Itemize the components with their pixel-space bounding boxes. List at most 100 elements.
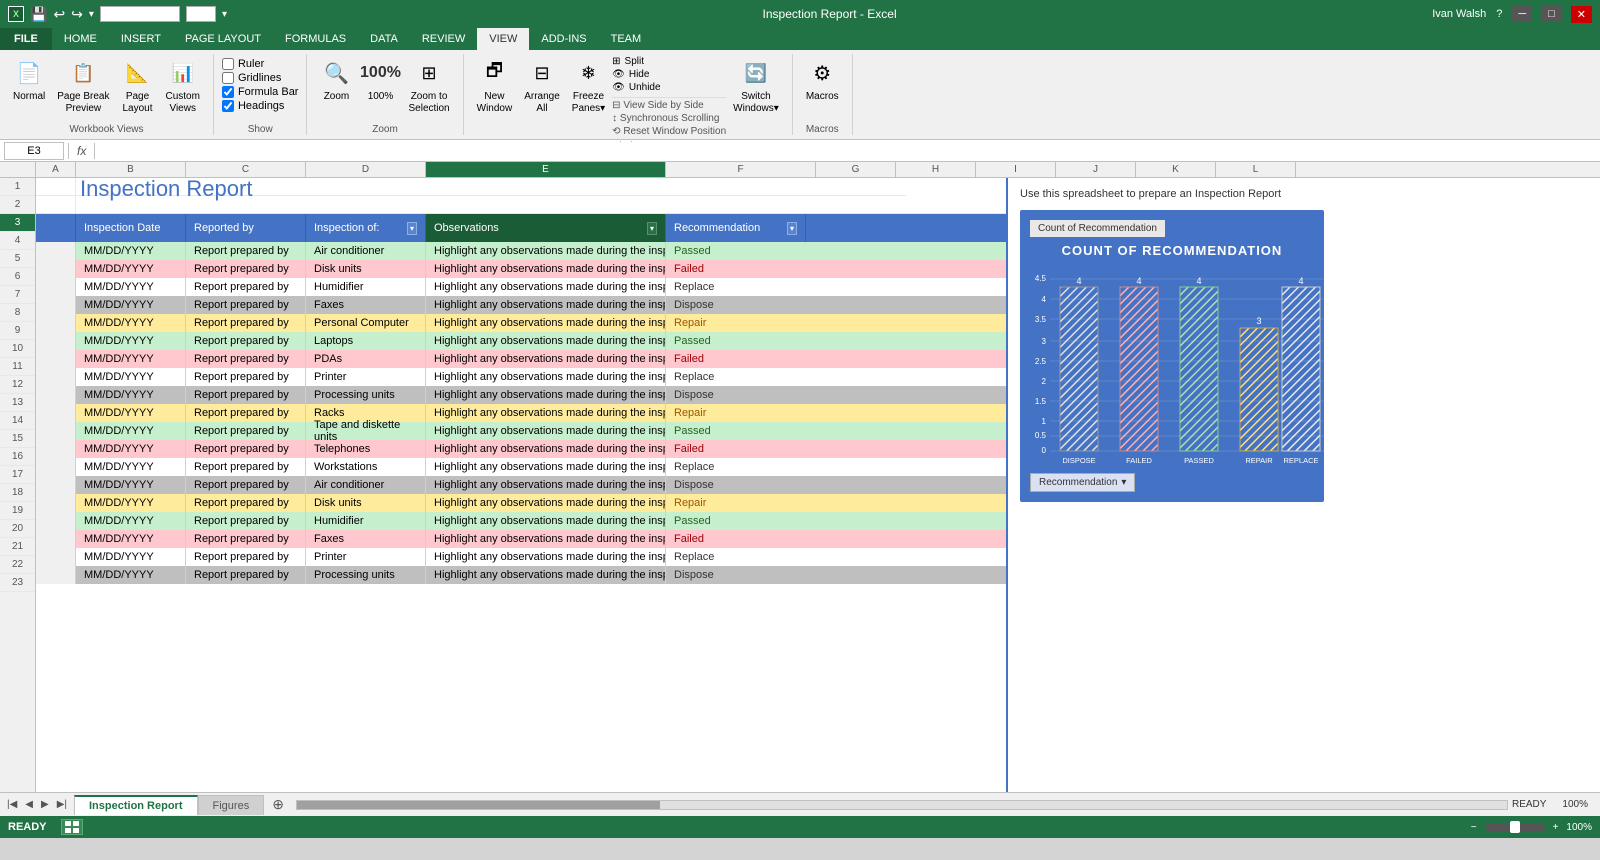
table-row-14[interactable]: MM/DD/YYYY Report prepared by Tape and d…	[36, 422, 1006, 440]
cell-rec-6[interactable]: Replace	[666, 278, 806, 296]
cell-obs-22[interactable]: Highlight any observations made during t…	[426, 566, 666, 584]
col-header-c[interactable]: C	[186, 162, 306, 177]
cell-a2[interactable]	[36, 196, 76, 213]
col-header-b[interactable]: B	[76, 162, 186, 177]
cell-rec-8[interactable]: Repair	[666, 314, 806, 332]
switch-windows-btn[interactable]: 🔄 SwitchWindows▾	[728, 54, 784, 118]
table-row-19[interactable]: MM/DD/YYYY Report prepared by Humidifier…	[36, 512, 1006, 530]
cell-reference-box[interactable]	[4, 142, 64, 160]
cell-obs-15[interactable]: Highlight any observations made during t…	[426, 440, 666, 458]
header-recommendation[interactable]: Recommendation ▾	[666, 214, 806, 242]
cell-item-17[interactable]: Air conditioner	[306, 476, 426, 494]
headings-checkbox-label[interactable]: Headings	[222, 100, 299, 112]
cell-reported-12[interactable]: Report prepared by	[186, 386, 306, 404]
col-header-g[interactable]: G	[816, 162, 896, 177]
cell-rec-16[interactable]: Replace	[666, 458, 806, 476]
sheet-tab-inspection-report[interactable]: Inspection Report	[74, 795, 198, 815]
cell-reported-4[interactable]: Report prepared by	[186, 242, 306, 260]
cell-item-11[interactable]: Printer	[306, 368, 426, 386]
cell-obs-8[interactable]: Highlight any observations made during t…	[426, 314, 666, 332]
cell-rec-12[interactable]: Dispose	[666, 386, 806, 404]
cell-date-11[interactable]: MM/DD/YYYY	[76, 368, 186, 386]
cell-item-8[interactable]: Personal Computer	[306, 314, 426, 332]
sheet-nav-prev[interactable]: ◀	[22, 799, 36, 810]
qat-undo[interactable]: ↩	[53, 6, 65, 23]
header-inspection-date[interactable]: Inspection Date	[76, 214, 186, 242]
filter-observations-icon[interactable]: ▾	[647, 222, 657, 235]
table-row-13[interactable]: MM/DD/YYYY Report prepared by Racks High…	[36, 404, 1006, 422]
cell-item-5[interactable]: Disk units	[306, 260, 426, 278]
macros-btn[interactable]: ⚙ Macros	[801, 54, 844, 106]
formula-bar-checkbox[interactable]	[222, 86, 234, 98]
header-observations[interactable]: Observations ▾	[426, 214, 666, 242]
cell-reported-5[interactable]: Report prepared by	[186, 260, 306, 278]
cell-date-17[interactable]: MM/DD/YYYY	[76, 476, 186, 494]
cell-obs-18[interactable]: Highlight any observations made during t…	[426, 494, 666, 512]
formula-bar-checkbox-label[interactable]: Formula Bar	[222, 86, 299, 98]
table-row-5[interactable]: MM/DD/YYYY Report prepared by Disk units…	[36, 260, 1006, 278]
hide-btn[interactable]: 👁 Hide	[612, 69, 726, 80]
custom-views-btn[interactable]: 📊 CustomViews	[161, 54, 205, 118]
cell-reported-8[interactable]: Report prepared by	[186, 314, 306, 332]
normal-btn[interactable]: 📄 Normal	[8, 54, 50, 106]
cell-item-6[interactable]: Humidifier	[306, 278, 426, 296]
cell-rec-10[interactable]: Failed	[666, 350, 806, 368]
headings-checkbox[interactable]	[222, 100, 234, 112]
cell-reported-6[interactable]: Report prepared by	[186, 278, 306, 296]
min-btn[interactable]: ─	[1512, 6, 1532, 22]
table-row-4[interactable]: MM/DD/YYYY Report prepared by Air condit…	[36, 242, 1006, 260]
tab-view[interactable]: VIEW	[477, 28, 529, 50]
cell-obs-7[interactable]: Highlight any observations made during t…	[426, 296, 666, 314]
zoom-out-btn[interactable]: −	[1471, 822, 1477, 833]
cell-date-20[interactable]: MM/DD/YYYY	[76, 530, 186, 548]
ruler-checkbox-label[interactable]: Ruler	[222, 58, 299, 70]
cell-rec-18[interactable]: Repair	[666, 494, 806, 512]
cell-item-22[interactable]: Processing units	[306, 566, 426, 584]
cell-obs-6[interactable]: Highlight any observations made during t…	[426, 278, 666, 296]
cell-obs-13[interactable]: Highlight any observations made during t…	[426, 404, 666, 422]
cell-item-7[interactable]: Faxes	[306, 296, 426, 314]
cell-item-21[interactable]: Printer	[306, 548, 426, 566]
cell-item-18[interactable]: Disk units	[306, 494, 426, 512]
table-row-20[interactable]: MM/DD/YYYY Report prepared by Faxes High…	[36, 530, 1006, 548]
horizontal-scrollbar[interactable]	[296, 800, 1508, 810]
tab-insert[interactable]: INSERT	[109, 28, 173, 50]
cell-item-4[interactable]: Air conditioner	[306, 242, 426, 260]
cell-obs-9[interactable]: Highlight any observations made during t…	[426, 332, 666, 350]
cell-rec-4[interactable]: Passed	[666, 242, 806, 260]
zoom-btn[interactable]: 🔍 Zoom	[315, 54, 357, 106]
col-header-d[interactable]: D	[306, 162, 426, 177]
cell-reported-15[interactable]: Report prepared by	[186, 440, 306, 458]
qat-save[interactable]: 💾	[30, 6, 47, 23]
qat-dropdown[interactable]: ▾	[89, 9, 94, 20]
formula-input[interactable]	[99, 142, 1596, 160]
col-header-e[interactable]: E	[426, 162, 666, 177]
cell-rec-5[interactable]: Failed	[666, 260, 806, 278]
cell-a1[interactable]	[36, 178, 76, 196]
col-header-i[interactable]: I	[976, 162, 1056, 177]
col-header-f[interactable]: F	[666, 162, 816, 177]
freeze-panes-btn[interactable]: ❄ FreezePanes▾	[567, 54, 610, 118]
gridlines-checkbox[interactable]	[222, 72, 234, 84]
sheet-add-btn[interactable]: ⊕	[264, 794, 292, 815]
sheet-nav-first[interactable]: |◀	[4, 799, 20, 810]
view-side-by-side[interactable]: ⊟ View Side by Side	[612, 97, 726, 111]
cell-rec-20[interactable]: Failed	[666, 530, 806, 548]
cell-reported-22[interactable]: Report prepared by	[186, 566, 306, 584]
cell-reported-16[interactable]: Report prepared by	[186, 458, 306, 476]
zoom100-btn[interactable]: 100% 100%	[359, 54, 401, 106]
table-row-12[interactable]: MM/DD/YYYY Report prepared by Processing…	[36, 386, 1006, 404]
tab-team[interactable]: TEAM	[599, 28, 654, 50]
help-btn[interactable]: ?	[1496, 8, 1502, 20]
table-row-8[interactable]: MM/DD/YYYY Report prepared by Personal C…	[36, 314, 1006, 332]
split-btn[interactable]: ⊞ Split	[612, 56, 726, 67]
chart-filter-btn[interactable]: Recommendation ▾	[1030, 473, 1135, 492]
cell-b1[interactable]: Inspection Report	[76, 178, 906, 196]
cell-obs-14[interactable]: Highlight any observations made during t…	[426, 422, 666, 440]
new-window-btn[interactable]: 🗗 NewWindow	[472, 54, 518, 118]
cell-item-10[interactable]: PDAs	[306, 350, 426, 368]
cell-rec-13[interactable]: Repair	[666, 404, 806, 422]
col-header-a[interactable]: A	[36, 162, 76, 177]
cell-date-7[interactable]: MM/DD/YYYY	[76, 296, 186, 314]
cell-obs-20[interactable]: Highlight any observations made during t…	[426, 530, 666, 548]
